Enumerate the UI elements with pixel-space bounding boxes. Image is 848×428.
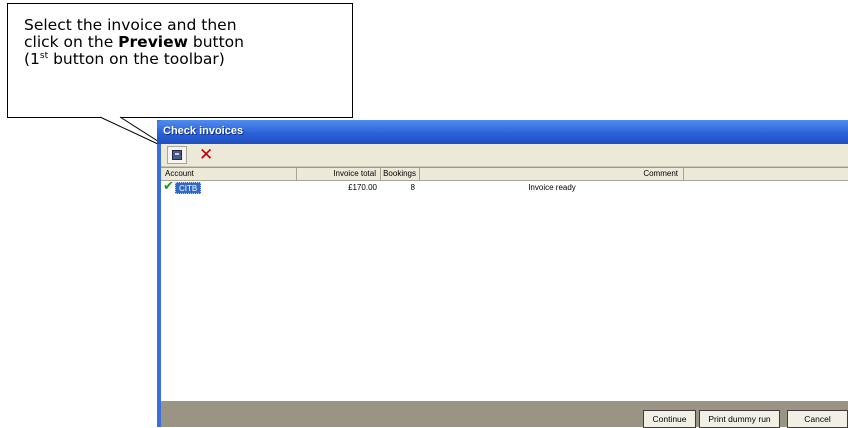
column-header-invoice-total-label: Invoice total <box>333 169 376 178</box>
row-comment: Invoice ready <box>528 183 576 192</box>
delete-button[interactable]: ✕ <box>196 145 216 165</box>
invoice-list: Account Invoice total Bookings Comment ✔… <box>161 167 848 401</box>
window-titlebar[interactable]: Check invoices <box>157 120 848 144</box>
preview-icon <box>172 150 182 160</box>
callout-preview-word: Preview <box>118 33 188 51</box>
callout-line-2-post: button <box>187 33 244 51</box>
button-bar: Continue Print dummy run Cancel <box>161 401 848 428</box>
callout-line-3: (1st button on the toolbar) <box>24 51 344 68</box>
callout-line-1: Select the invoice and then <box>24 16 237 34</box>
callout-line-3-pre: (1 <box>24 50 40 68</box>
column-header-invoice-total[interactable]: Invoice total <box>297 168 381 180</box>
continue-button[interactable]: Continue <box>643 410 696 428</box>
cancel-button[interactable]: Cancel <box>787 410 848 428</box>
row-account[interactable]: CITB <box>175 182 202 194</box>
column-header-comment-label: Comment <box>643 169 678 178</box>
toolbar: ✕ <box>161 144 848 167</box>
column-header-account[interactable]: Account <box>161 168 297 180</box>
row-invoice-total: £170.00 <box>348 183 377 192</box>
callout-superscript: st <box>39 50 49 61</box>
column-header-account-label: Account <box>165 169 194 178</box>
callout-line-2: click on the Preview button <box>24 34 344 51</box>
callout-line-2-pre: click on the <box>24 33 119 51</box>
column-header-comment[interactable]: Comment <box>420 168 684 180</box>
callout-text: Select the invoice and then click on the… <box>24 17 344 68</box>
check-invoices-window: Check invoices ✕ Account Invoice total B… <box>157 120 848 428</box>
window-client-area: ✕ Account Invoice total Bookings Comment… <box>161 144 848 428</box>
table-row[interactable]: ✔ CITB £170.00 8 Invoice ready <box>161 179 848 195</box>
row-bookings: 8 <box>410 183 415 192</box>
instruction-callout: Select the invoice and then click on the… <box>7 3 353 118</box>
print-dummy-run-button[interactable]: Print dummy run <box>699 410 780 428</box>
column-header-bookings-label: Bookings <box>383 169 416 178</box>
callout-line-3-post: button on the toolbar) <box>48 50 225 68</box>
preview-button[interactable] <box>167 146 187 164</box>
delete-icon: ✕ <box>199 145 214 165</box>
check-icon: ✔ <box>163 179 174 194</box>
list-header: Account Invoice total Bookings Comment <box>161 168 848 181</box>
window-title: Check invoices <box>163 125 244 137</box>
column-header-bookings[interactable]: Bookings <box>381 168 420 180</box>
